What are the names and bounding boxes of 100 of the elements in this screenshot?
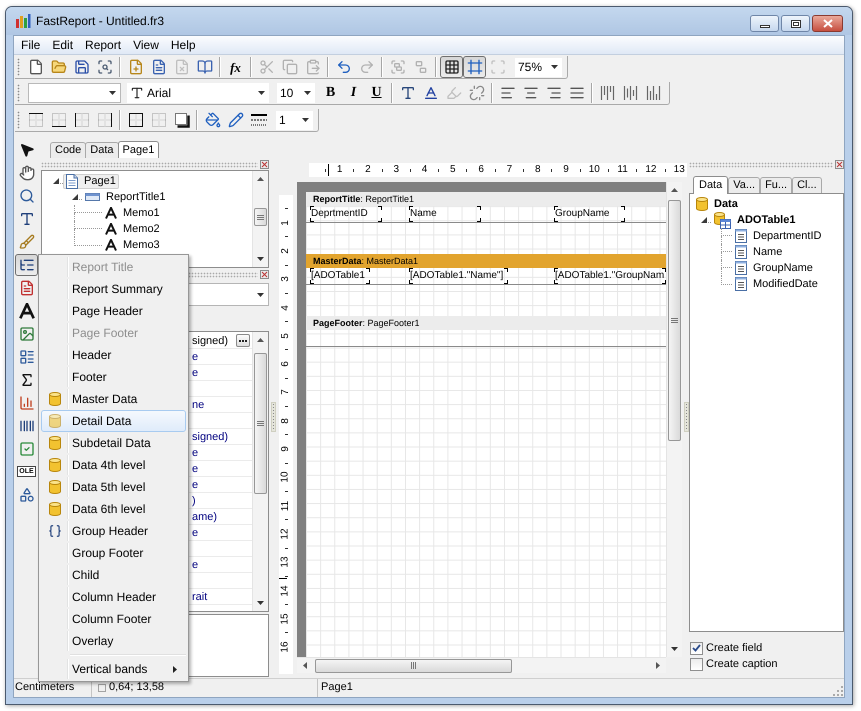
scroll-down-arrow-icon[interactable] [671, 647, 678, 651]
toolbar-grip[interactable] [17, 58, 20, 76]
text-object[interactable]: Name [409, 206, 481, 222]
menu-item[interactable]: Detail Data [41, 410, 186, 432]
tree-item[interactable]: ADOTable1 [737, 213, 796, 227]
align-left-icon[interactable] [500, 85, 516, 101]
document-icon[interactable] [18, 280, 34, 296]
text-object[interactable]: DeprtmentID [310, 206, 382, 222]
shadow-icon[interactable] [174, 112, 190, 128]
zoom-combo-box[interactable]: 75% [515, 58, 562, 76]
menu-item[interactable]: Report [79, 36, 128, 54]
scrollbar-thumb[interactable] [254, 353, 267, 494]
menu-item[interactable]: Column Header [41, 586, 186, 608]
toolbar-grip[interactable] [17, 111, 20, 129]
tab[interactable]: Data [693, 176, 728, 194]
tree-item[interactable]: Data [714, 197, 738, 211]
menu-item[interactable]: Data 6th level [41, 498, 186, 520]
menu-item[interactable]: Overlay [41, 630, 186, 652]
pointer-icon[interactable] [18, 142, 34, 158]
tree-item[interactable]: Memo3 [123, 238, 160, 252]
font-combo-box[interactable]: Arial [127, 83, 269, 103]
tree-item[interactable]: GroupName [753, 261, 813, 275]
layout-list-icon[interactable] [18, 348, 34, 364]
tree-item[interactable]: Page1 [84, 174, 116, 188]
menu-item[interactable]: Column Footer [41, 608, 186, 630]
toolbar-grip[interactable] [17, 84, 20, 102]
bars-centered-icon[interactable] [622, 85, 638, 101]
checkbox[interactable] [690, 658, 703, 670]
bottom-border-icon[interactable] [50, 112, 66, 128]
menu-item[interactable]: Header [41, 344, 186, 366]
picture-icon[interactable] [18, 326, 34, 342]
tab[interactable]: Va... [728, 177, 760, 193]
checkbox-label[interactable]: Create caption [706, 657, 778, 671]
scroll-down-arrow-icon[interactable] [257, 257, 264, 261]
align-center-icon[interactable] [522, 85, 538, 101]
expanded-caret-icon[interactable] [701, 217, 711, 223]
scan-magnifier-icon[interactable] [96, 59, 112, 75]
tab[interactable]: Page1 [118, 141, 160, 158]
line-styles-icon[interactable] [250, 112, 266, 128]
bold-button[interactable]: B [319, 82, 342, 104]
function-button[interactable]: fx [224, 56, 247, 78]
close-icon[interactable] [260, 160, 269, 169]
menu-item[interactable]: Data 5th level [41, 476, 186, 498]
bar-chart-icon[interactable] [18, 394, 34, 410]
tree-item[interactable]: ModifiedDate [753, 277, 818, 291]
font-size-combo-box[interactable]: 10 [277, 83, 315, 103]
menu-item[interactable]: Help [164, 36, 202, 54]
scroll-up-arrow-icon[interactable] [257, 338, 264, 342]
align-right-icon[interactable] [546, 85, 562, 101]
menu-item[interactable]: Master Data [41, 388, 186, 410]
underline-button[interactable]: U [365, 82, 388, 104]
letter-t-icon[interactable] [400, 85, 416, 101]
vertical-scrollbar[interactable] [252, 171, 268, 267]
underlined-a-icon[interactable] [422, 85, 438, 101]
panel-grip[interactable] [41, 162, 258, 168]
letter-t-icon[interactable] [18, 210, 34, 226]
scroll-down-arrow-icon[interactable] [257, 601, 264, 605]
menu-item[interactable]: Group Footer [41, 542, 186, 564]
text-object[interactable]: [ADOTable1."GroupNam [554, 268, 666, 284]
letter-a-icon[interactable] [18, 302, 34, 318]
menu-item[interactable]: Data 4th level [41, 454, 186, 476]
document-plus-icon[interactable] [128, 59, 144, 75]
italic-button[interactable]: I [342, 82, 365, 104]
tree-item[interactable]: Memo1 [123, 206, 160, 220]
menu-item[interactable]: Subdetail Data [41, 432, 186, 454]
ellipsis-button[interactable] [236, 334, 250, 347]
menu-item[interactable]: Edit [46, 36, 80, 54]
expanded-caret-icon[interactable] [53, 178, 63, 184]
folder-icon[interactable] [50, 59, 66, 75]
top-border-icon[interactable] [28, 112, 44, 128]
checkbox-icon[interactable] [18, 440, 34, 456]
minimize-button[interactable] [750, 15, 779, 32]
menu-item[interactable]: Group Header [41, 520, 186, 542]
left-border-icon[interactable] [74, 112, 90, 128]
menu-item[interactable]: View [127, 36, 165, 54]
scrollbar-thumb[interactable] [315, 658, 512, 672]
all-borders-icon[interactable] [128, 112, 144, 128]
scroll-right-arrow-icon[interactable] [656, 662, 660, 669]
tab[interactable]: Cl... [792, 177, 822, 193]
menu-item[interactable]: File [15, 36, 46, 54]
menu-item[interactable]: Child [41, 564, 186, 586]
text-object[interactable]: GroupName [554, 206, 625, 222]
tab[interactable]: Data [85, 142, 119, 158]
tree-item[interactable]: Memo2 [123, 222, 160, 236]
splitter-handle[interactable] [270, 402, 276, 432]
tree-item[interactable]: ReportTitle1 [106, 190, 166, 204]
vertical-scrollbar[interactable] [252, 332, 268, 611]
splitter-handle[interactable] [684, 402, 688, 432]
align-justify-icon[interactable] [568, 85, 584, 101]
broken-link-icon[interactable] [468, 85, 484, 101]
checkbox-label[interactable]: Create field [706, 641, 762, 655]
barcode-icon[interactable] [18, 418, 34, 434]
menu-item[interactable]: Vertical bands [41, 658, 186, 680]
tree-item[interactable]: DepartmentID [753, 229, 822, 243]
panel-grip[interactable] [689, 162, 833, 168]
menu-item[interactable]: Page Header [41, 300, 186, 322]
book-icon[interactable] [196, 59, 212, 75]
checkbox[interactable] [690, 642, 703, 654]
close-button[interactable] [812, 15, 843, 32]
bars-bottom-aligned-icon[interactable] [646, 85, 662, 101]
